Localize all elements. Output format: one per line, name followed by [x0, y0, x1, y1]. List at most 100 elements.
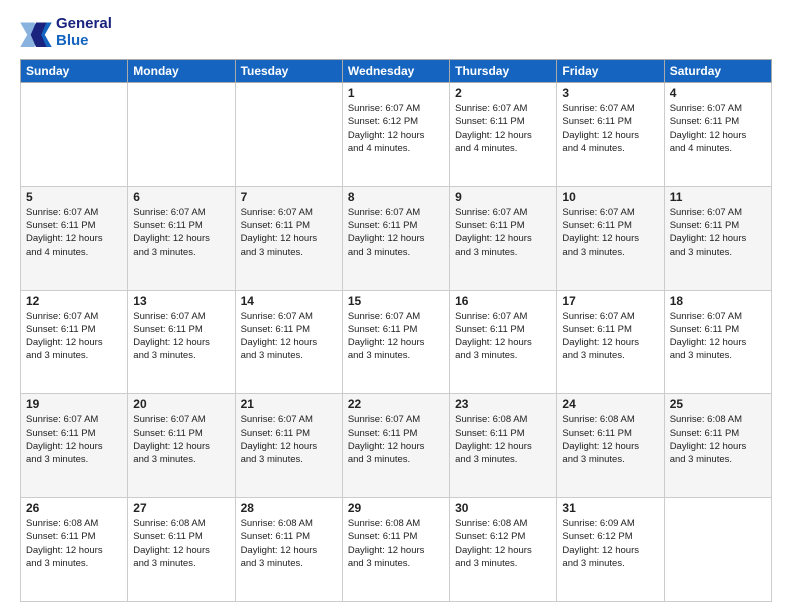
day-info: Sunrise: 6:07 AM Sunset: 6:11 PM Dayligh… — [241, 310, 337, 363]
calendar-cell: 23 Sunrise: 6:08 AM Sunset: 6:11 PM Dayli… — [450, 394, 557, 498]
calendar-cell: 1 Sunrise: 6:07 AM Sunset: 6:12 PM Daylig… — [342, 83, 449, 187]
calendar-cell: 12 Sunrise: 6:07 AM Sunset: 6:11 PM Dayli… — [21, 290, 128, 394]
day-number: 9 — [455, 190, 551, 204]
page: General Blue SundayMondayTuesdayWednesda… — [0, 0, 792, 612]
day-info: Sunrise: 6:07 AM Sunset: 6:11 PM Dayligh… — [348, 310, 444, 363]
day-number: 14 — [241, 294, 337, 308]
calendar-cell: 6 Sunrise: 6:07 AM Sunset: 6:11 PM Daylig… — [128, 186, 235, 290]
day-number: 30 — [455, 501, 551, 515]
day-info: Sunrise: 6:07 AM Sunset: 6:11 PM Dayligh… — [670, 206, 766, 259]
day-info: Sunrise: 6:07 AM Sunset: 6:11 PM Dayligh… — [670, 102, 766, 155]
calendar-cell: 17 Sunrise: 6:07 AM Sunset: 6:11 PM Dayli… — [557, 290, 664, 394]
day-number: 31 — [562, 501, 658, 515]
logo: General Blue — [20, 16, 112, 49]
calendar-cell: 27Sunrise: 6:08 AM Sunset: 6:11 PM Dayli… — [128, 498, 235, 602]
calendar-cell: 4 Sunrise: 6:07 AM Sunset: 6:11 PM Daylig… — [664, 83, 771, 187]
weekday-header-friday: Friday — [557, 60, 664, 83]
day-number: 26 — [26, 501, 122, 515]
calendar-week-4: 19 Sunrise: 6:07 AM Sunset: 6:11 PM Dayli… — [21, 394, 772, 498]
day-number: 1 — [348, 86, 444, 100]
day-info: Sunrise: 6:08 AM Sunset: 6:12 PM Dayligh… — [455, 517, 551, 570]
day-info: Sunrise: 6:08 AM Sunset: 6:11 PM Dayligh… — [348, 517, 444, 570]
calendar-cell: 21Sunrise: 6:07 AM Sunset: 6:11 PM Dayli… — [235, 394, 342, 498]
day-number: 4 — [670, 86, 766, 100]
logo-icon — [20, 19, 52, 47]
day-number: 2 — [455, 86, 551, 100]
calendar-cell: 8Sunrise: 6:07 AM Sunset: 6:11 PM Daylig… — [342, 186, 449, 290]
calendar-cell: 14 Sunrise: 6:07 AM Sunset: 6:11 PM Dayli… — [235, 290, 342, 394]
day-info: Sunrise: 6:07 AM Sunset: 6:11 PM Dayligh… — [133, 206, 229, 259]
calendar-cell: 16Sunrise: 6:07 AM Sunset: 6:11 PM Dayli… — [450, 290, 557, 394]
day-info: Sunrise: 6:08 AM Sunset: 6:11 PM Dayligh… — [133, 517, 229, 570]
calendar-cell: 5 Sunrise: 6:07 AM Sunset: 6:11 PM Daylig… — [21, 186, 128, 290]
day-number: 28 — [241, 501, 337, 515]
day-info: Sunrise: 6:07 AM Sunset: 6:11 PM Dayligh… — [455, 310, 551, 363]
day-number: 7 — [241, 190, 337, 204]
calendar-cell: 15 Sunrise: 6:07 AM Sunset: 6:11 PM Dayli… — [342, 290, 449, 394]
calendar-cell — [235, 83, 342, 187]
calendar-cell: 28 Sunrise: 6:08 AM Sunset: 6:11 PM Dayli… — [235, 498, 342, 602]
day-number: 25 — [670, 397, 766, 411]
calendar-cell: 13 Sunrise: 6:07 AM Sunset: 6:11 PM Dayli… — [128, 290, 235, 394]
calendar-cell: 9 Sunrise: 6:07 AM Sunset: 6:11 PM Daylig… — [450, 186, 557, 290]
calendar-week-2: 5 Sunrise: 6:07 AM Sunset: 6:11 PM Daylig… — [21, 186, 772, 290]
weekday-header-tuesday: Tuesday — [235, 60, 342, 83]
weekday-header-monday: Monday — [128, 60, 235, 83]
day-info: Sunrise: 6:07 AM Sunset: 6:12 PM Dayligh… — [348, 102, 444, 155]
day-info: Sunrise: 6:09 AM Sunset: 6:12 PM Dayligh… — [562, 517, 658, 570]
day-number: 12 — [26, 294, 122, 308]
day-info: Sunrise: 6:07 AM Sunset: 6:11 PM Dayligh… — [241, 206, 337, 259]
day-number: 3 — [562, 86, 658, 100]
day-info: Sunrise: 6:07 AM Sunset: 6:11 PM Dayligh… — [26, 310, 122, 363]
day-info: Sunrise: 6:08 AM Sunset: 6:11 PM Dayligh… — [455, 413, 551, 466]
weekday-header-thursday: Thursday — [450, 60, 557, 83]
day-number: 23 — [455, 397, 551, 411]
weekday-header-wednesday: Wednesday — [342, 60, 449, 83]
calendar-cell: 10 Sunrise: 6:07 AM Sunset: 6:11 PM Dayli… — [557, 186, 664, 290]
day-info: Sunrise: 6:08 AM Sunset: 6:11 PM Dayligh… — [670, 413, 766, 466]
day-number: 15 — [348, 294, 444, 308]
day-number: 11 — [670, 190, 766, 204]
day-info: Sunrise: 6:08 AM Sunset: 6:11 PM Dayligh… — [241, 517, 337, 570]
calendar-cell: 31 Sunrise: 6:09 AM Sunset: 6:12 PM Dayli… — [557, 498, 664, 602]
day-info: Sunrise: 6:07 AM Sunset: 6:11 PM Dayligh… — [562, 206, 658, 259]
day-info: Sunrise: 6:07 AM Sunset: 6:11 PM Dayligh… — [133, 310, 229, 363]
day-info: Sunrise: 6:07 AM Sunset: 6:11 PM Dayligh… — [26, 206, 122, 259]
calendar-cell: 29 Sunrise: 6:08 AM Sunset: 6:11 PM Dayli… — [342, 498, 449, 602]
calendar-cell: 20Sunrise: 6:07 AM Sunset: 6:11 PM Dayli… — [128, 394, 235, 498]
day-number: 18 — [670, 294, 766, 308]
day-info: Sunrise: 6:07 AM Sunset: 6:11 PM Dayligh… — [670, 310, 766, 363]
calendar-cell: 18 Sunrise: 6:07 AM Sunset: 6:11 PM Dayli… — [664, 290, 771, 394]
day-info: Sunrise: 6:08 AM Sunset: 6:11 PM Dayligh… — [562, 413, 658, 466]
calendar-cell: 19Sunrise: 6:07 AM Sunset: 6:11 PM Dayli… — [21, 394, 128, 498]
calendar-cell: 2 Sunrise: 6:07 AM Sunset: 6:11 PM Daylig… — [450, 83, 557, 187]
weekday-header-sunday: Sunday — [21, 60, 128, 83]
header: General Blue — [20, 16, 772, 49]
calendar-week-1: 1 Sunrise: 6:07 AM Sunset: 6:12 PM Daylig… — [21, 83, 772, 187]
calendar-cell — [128, 83, 235, 187]
day-info: Sunrise: 6:07 AM Sunset: 6:11 PM Dayligh… — [241, 413, 337, 466]
day-info: Sunrise: 6:07 AM Sunset: 6:11 PM Dayligh… — [562, 310, 658, 363]
day-number: 29 — [348, 501, 444, 515]
day-number: 5 — [26, 190, 122, 204]
day-number: 22 — [348, 397, 444, 411]
calendar-cell: 25 Sunrise: 6:08 AM Sunset: 6:11 PM Dayli… — [664, 394, 771, 498]
calendar-cell: 30 Sunrise: 6:08 AM Sunset: 6:12 PM Dayli… — [450, 498, 557, 602]
day-number: 6 — [133, 190, 229, 204]
day-number: 19 — [26, 397, 122, 411]
calendar-cell: 26Sunrise: 6:08 AM Sunset: 6:11 PM Dayli… — [21, 498, 128, 602]
calendar-cell: 22Sunrise: 6:07 AM Sunset: 6:11 PM Dayli… — [342, 394, 449, 498]
day-info: Sunrise: 6:07 AM Sunset: 6:11 PM Dayligh… — [455, 206, 551, 259]
day-number: 10 — [562, 190, 658, 204]
day-number: 17 — [562, 294, 658, 308]
day-info: Sunrise: 6:07 AM Sunset: 6:11 PM Dayligh… — [455, 102, 551, 155]
calendar-week-5: 26 Sunrise: 6:08 AM Sunset: 6:11 PM Dayli… — [21, 498, 772, 602]
calendar-cell — [21, 83, 128, 187]
day-number: 20 — [133, 397, 229, 411]
calendar-cell — [664, 498, 771, 602]
calendar-cell: 11 Sunrise: 6:07 AM Sunset: 6:11 PM Dayli… — [664, 186, 771, 290]
calendar-week-3: 12 Sunrise: 6:07 AM Sunset: 6:11 PM Dayli… — [21, 290, 772, 394]
day-number: 24 — [562, 397, 658, 411]
day-info: Sunrise: 6:07 AM Sunset: 6:11 PM Dayligh… — [562, 102, 658, 155]
day-number: 13 — [133, 294, 229, 308]
